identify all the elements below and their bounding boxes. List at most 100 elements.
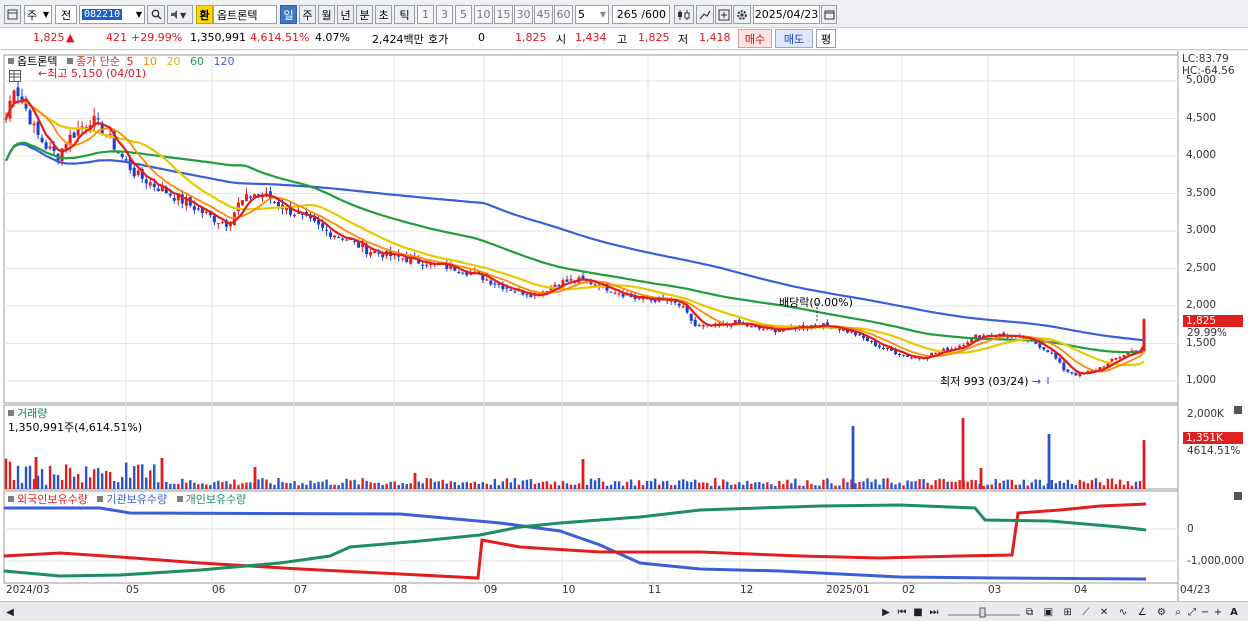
lc-label: LC:83.79 xyxy=(1182,53,1229,65)
period-tick-button[interactable]: 틱 xyxy=(394,5,415,24)
minute-option-3[interactable]: 3 xyxy=(436,5,453,24)
minute-option-60[interactable]: 60 xyxy=(554,5,573,24)
line-tool-icon[interactable]: ⟋ xyxy=(1082,607,1089,618)
stock-chart[interactable]: 옵트론텍 종가 단순 5 10 20 60 120 ←최고 5,150 (04/… xyxy=(0,51,1248,601)
candle-body xyxy=(172,198,176,201)
candle-type-icon[interactable] xyxy=(674,5,694,24)
close-panel-icon[interactable] xyxy=(1234,406,1242,414)
drawing-tools[interactable]: ⧉ ▣ ⊞ ⟋ ✕ ∿ ∠ ⚙ xyxy=(1026,605,1166,619)
candle-body xyxy=(136,170,140,175)
grid-icon[interactable]: ⊞ xyxy=(1064,607,1072,618)
stop-icon[interactable]: ■ xyxy=(911,605,925,619)
minute-option-30[interactable]: 30 xyxy=(514,5,533,24)
volume-bar xyxy=(874,479,877,489)
volume-bar xyxy=(177,483,180,489)
volume-bar xyxy=(269,483,272,489)
volume-bar xyxy=(96,467,100,489)
interval-select[interactable]: 5 ▼ xyxy=(575,5,609,24)
volume-axis-tick: 2,000K xyxy=(1187,408,1224,420)
open-value: 1,434 xyxy=(575,31,607,44)
volume-bar xyxy=(485,483,489,489)
buy-button[interactable]: 매수 xyxy=(738,29,772,48)
wave-tool-icon[interactable]: ∿ xyxy=(1119,607,1127,618)
candle-body xyxy=(621,294,625,297)
volume-bar xyxy=(838,485,841,489)
minute-option-1[interactable]: 1 xyxy=(417,5,434,24)
scroll-bar[interactable]: ◀ ▶ ⏮ ■ ⏭ ⧉ ▣ ⊞ ⟋ ✕ ∿ ∠ ⚙ ⌕ ⤢ − + A xyxy=(0,601,1248,621)
date-input[interactable]: 2025/04/23 xyxy=(753,5,820,24)
volume-bar xyxy=(445,483,448,489)
volume-bar xyxy=(1086,483,1090,489)
close-panel-icon[interactable] xyxy=(1234,492,1242,500)
trendline-icon[interactable] xyxy=(696,5,714,24)
data-table-icon[interactable] xyxy=(9,70,21,82)
window-icon[interactable]: ▣ xyxy=(1044,607,1053,618)
period-day-button[interactable]: 일 xyxy=(280,5,297,24)
search-icon[interactable] xyxy=(147,5,165,24)
volume-bar xyxy=(718,485,721,489)
auto-scale-icon[interactable]: A xyxy=(1227,605,1241,619)
calendar-icon[interactable] xyxy=(821,5,837,24)
volume-bar xyxy=(573,484,577,489)
volume-bar xyxy=(289,483,292,489)
minute-option-15[interactable]: 15 xyxy=(494,5,513,24)
period-minute-button[interactable]: 분 xyxy=(356,5,373,24)
scroll-left-icon[interactable]: ◀ xyxy=(4,605,16,619)
period-second-button[interactable]: 초 xyxy=(375,5,392,24)
candle-body xyxy=(910,357,914,359)
eval-button[interactable]: 평 xyxy=(816,29,836,48)
price-tick-label: 4,500 xyxy=(1186,111,1217,124)
volume-bar xyxy=(509,482,513,489)
sell-button[interactable]: 매도 xyxy=(775,29,813,48)
candle-body xyxy=(1070,372,1074,374)
volume-bar xyxy=(84,466,88,489)
date-tick-label: 04/23 xyxy=(1180,584,1211,596)
period-month-button[interactable]: 월 xyxy=(318,5,335,24)
volume-bar xyxy=(44,484,48,489)
period-year-button[interactable]: 년 xyxy=(337,5,354,24)
price-tick-label: 4,000 xyxy=(1186,149,1217,161)
volume-bar xyxy=(894,484,897,489)
zoom-icon[interactable] xyxy=(715,5,732,24)
expand-icon[interactable]: ⤢ xyxy=(1186,605,1198,619)
volume-bar xyxy=(1018,484,1021,489)
market-select[interactable]: 주 ▼ xyxy=(24,5,52,24)
rewind-icon[interactable]: ⏮ xyxy=(895,605,909,619)
exchange-button[interactable]: 환 xyxy=(196,5,213,24)
layout-icon[interactable] xyxy=(4,5,21,24)
minus-icon[interactable]: − xyxy=(1199,605,1211,619)
volume-bar xyxy=(449,481,452,489)
volume-bar xyxy=(108,471,112,489)
period-week-button[interactable]: 주 xyxy=(299,5,316,24)
forward-icon[interactable]: ⏭ xyxy=(927,605,941,619)
cross-tool-icon[interactable]: ✕ xyxy=(1100,607,1108,618)
settings-icon[interactable]: ⚙ xyxy=(1157,607,1166,618)
volume-bar xyxy=(385,483,388,489)
zoom-search-icon[interactable]: ⌕ xyxy=(1172,605,1184,619)
minute-option-5[interactable]: 5 xyxy=(455,5,472,24)
stock-code-input[interactable]: 082210 ▼ xyxy=(79,5,145,24)
volume-bar xyxy=(810,483,813,489)
volume-bar xyxy=(834,485,837,489)
minute-option-10[interactable]: 10 xyxy=(474,5,493,24)
chart-canvas[interactable] xyxy=(0,51,1248,601)
all-button[interactable]: 전 xyxy=(55,5,77,24)
sound-icon[interactable]: ▼ xyxy=(167,5,193,24)
volume-bar xyxy=(533,483,537,489)
candle-body xyxy=(341,238,345,240)
volume-bar xyxy=(1118,479,1122,489)
scroll-right-icon[interactable]: ▶ xyxy=(880,605,892,619)
volume-bar xyxy=(677,480,681,489)
angle-tool-icon[interactable]: ∠ xyxy=(1138,607,1147,618)
volume-bar xyxy=(469,483,473,489)
settings-gear-icon[interactable] xyxy=(733,5,751,24)
count-display[interactable]: 265 /600 xyxy=(612,5,670,24)
candle-body xyxy=(373,251,377,254)
svg-text:▼: ▼ xyxy=(180,11,187,20)
copy-icon[interactable]: ⧉ xyxy=(1026,607,1033,618)
volume-bar xyxy=(121,477,124,489)
bid-value: 0 xyxy=(478,31,485,44)
plus-icon[interactable]: + xyxy=(1212,605,1224,619)
zoom-slider[interactable] xyxy=(946,605,1022,619)
minute-option-45[interactable]: 45 xyxy=(534,5,553,24)
